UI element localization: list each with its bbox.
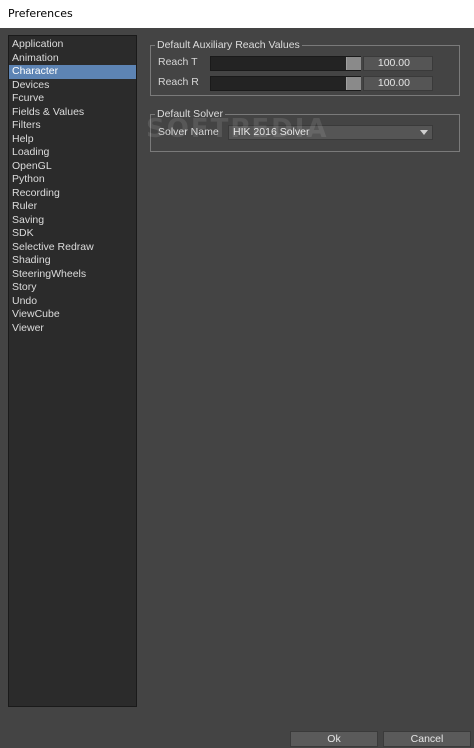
sidebar-item-fields-values[interactable]: Fields & Values [9,106,136,120]
cancel-button[interactable]: Cancel [383,731,471,747]
sidebar-item-sdk[interactable]: SDK [9,227,136,241]
sidebar-item-character[interactable]: Character [9,65,136,79]
reach-r-label: Reach R [158,76,199,88]
default-solver-group-title: Default Solver [155,107,225,121]
sidebar-item-viewcube[interactable]: ViewCube [9,308,136,322]
sidebar-item-opengl[interactable]: OpenGL [9,160,136,174]
reach-r-value-field[interactable]: 100.00 [363,76,433,91]
reach-t-value-field[interactable]: 100.00 [363,56,433,71]
chevron-down-icon[interactable] [420,130,428,135]
reach-t-slider-handle[interactable] [346,57,361,70]
sidebar-item-undo[interactable]: Undo [9,295,136,309]
sidebar-item-loading[interactable]: Loading [9,146,136,160]
reach-t-label: Reach T [158,56,198,68]
sidebar-item-application[interactable]: Application [9,38,136,52]
reach-t-slider[interactable] [210,56,361,71]
solver-dropdown-value: HIK 2016 Solver [233,126,310,138]
sidebar-item-animation[interactable]: Animation [9,52,136,66]
sidebar-item-recording[interactable]: Recording [9,187,136,201]
sidebar-item-viewer[interactable]: Viewer [9,322,136,336]
reach-r-slider-handle[interactable] [346,77,361,90]
sidebar-item-selective-redraw[interactable]: Selective Redraw [9,241,136,255]
sidebar-item-help[interactable]: Help [9,133,136,147]
ok-button[interactable]: Ok [290,731,378,747]
sidebar-item-saving[interactable]: Saving [9,214,136,228]
sidebar-item-story[interactable]: Story [9,281,136,295]
sidebar-item-shading[interactable]: Shading [9,254,136,268]
sidebar-item-filters[interactable]: Filters [9,119,136,133]
window-title: Preferences [0,0,474,28]
sidebar-item-ruler[interactable]: Ruler [9,200,136,214]
sidebar-item-steeringwheels[interactable]: SteeringWheels [9,268,136,282]
reach-values-group-title: Default Auxiliary Reach Values [155,38,302,52]
solver-name-label: Solver Name [158,126,219,138]
preferences-category-list[interactable]: Application Animation Character Devices Fcur… [8,35,137,707]
reach-r-slider[interactable] [210,76,361,91]
sidebar-item-devices[interactable]: Devices [9,79,136,93]
solver-dropdown[interactable]: HIK 2016 Solver [228,125,433,140]
sidebar-item-fcurve[interactable]: Fcurve [9,92,136,106]
sidebar-item-python[interactable]: Python [9,173,136,187]
